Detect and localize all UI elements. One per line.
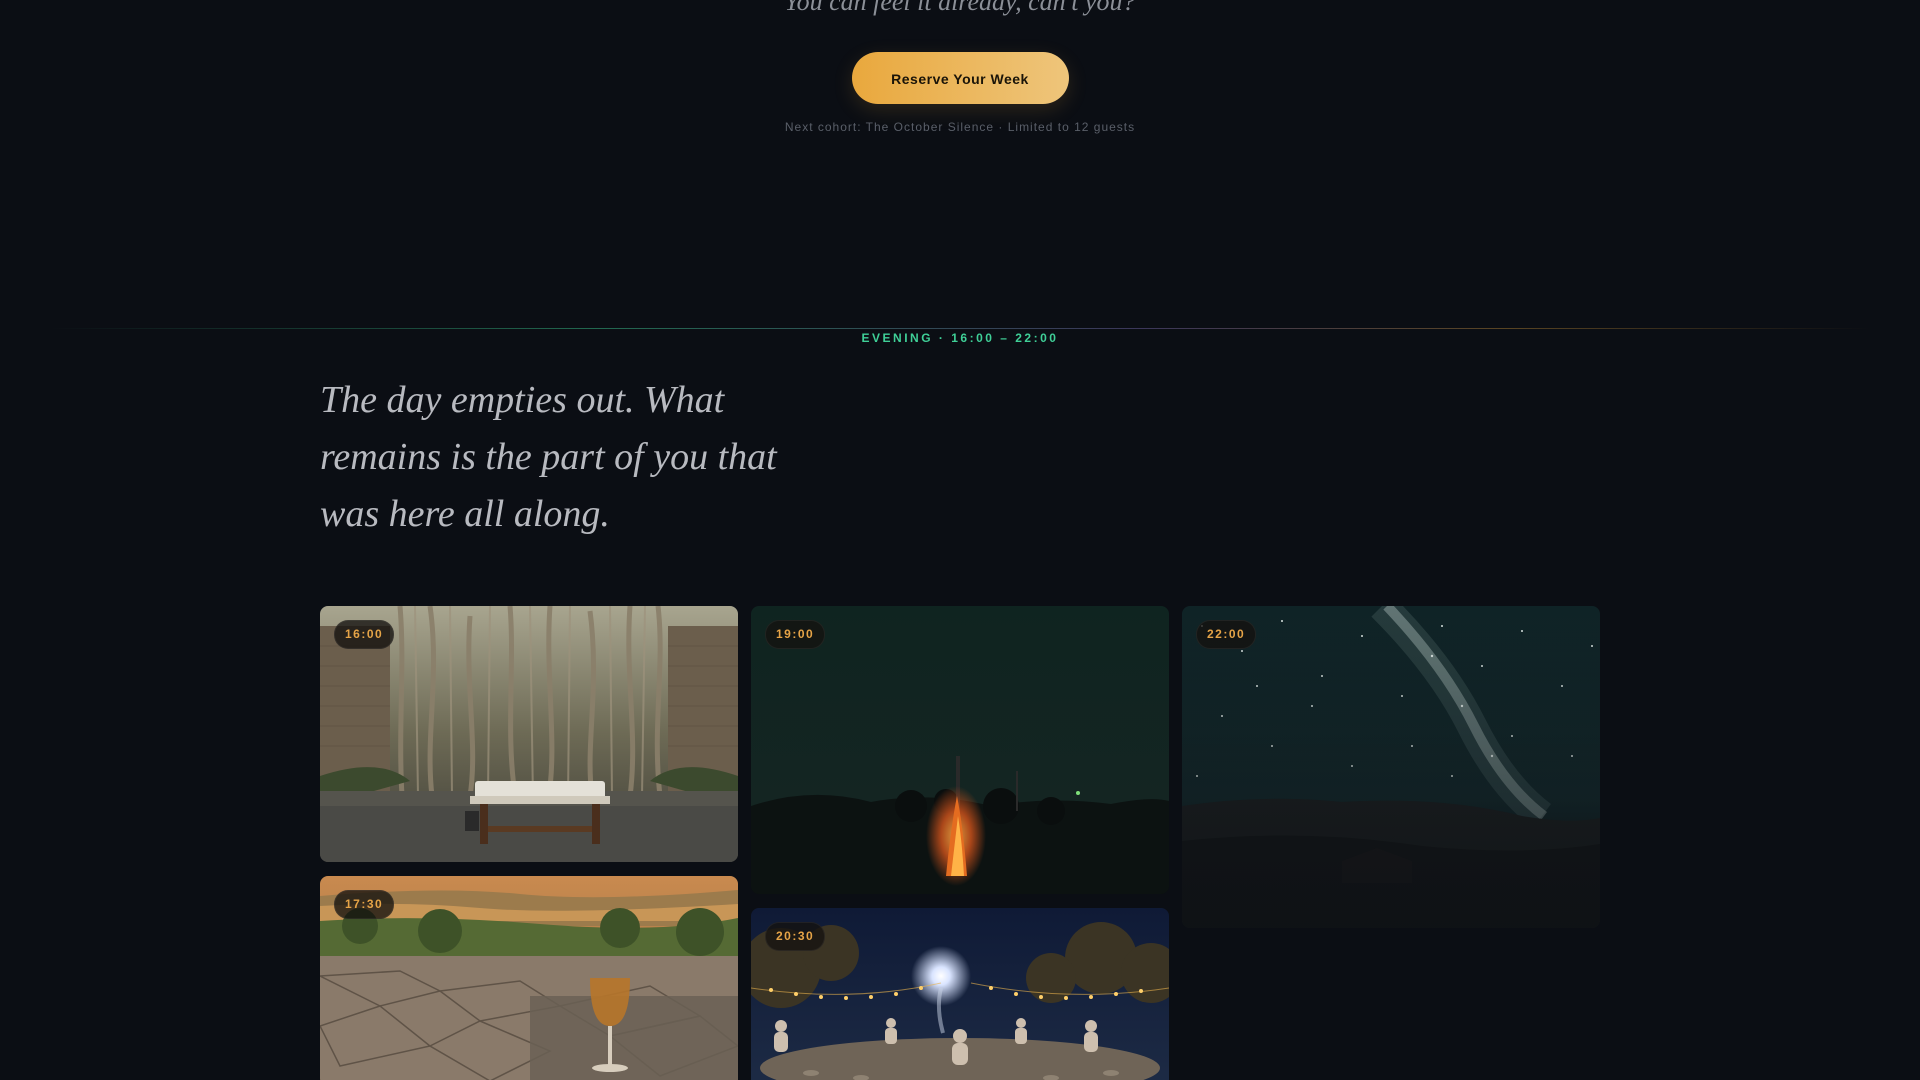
page: You can feel it already, can't you? Rese… <box>0 0 1920 1080</box>
section-divider <box>50 328 1870 329</box>
section-quote: The day empties out. What remains is the… <box>320 379 777 535</box>
cohort-note: Next cohort: The October Silence · Limit… <box>784 120 1136 134</box>
time-badge: 22:00 <box>1196 620 1257 649</box>
gallery-card-1900[interactable]: 19:00 <box>751 606 1169 894</box>
gallery-card-2030[interactable]: 20:30 <box>751 908 1169 1080</box>
hero-tagline: You can feel it already, can't you? <box>784 0 1136 16</box>
dusk-fire-image <box>751 606 1169 894</box>
reserve-week-button[interactable]: Reserve Your Week <box>851 52 1069 104</box>
gallery-card-2200[interactable]: 22:00 <box>1182 606 1600 928</box>
time-badge: 16:00 <box>334 620 395 649</box>
gallery-card-1730[interactable]: 17:30 <box>320 876 738 1080</box>
gallery-card-1600[interactable]: 16:00 <box>320 606 738 862</box>
time-badge: 19:00 <box>765 620 826 649</box>
cta-container: Reserve Your Week <box>0 52 1920 104</box>
time-badge: 17:30 <box>334 890 395 919</box>
milky-way-image <box>1182 606 1600 928</box>
time-badge: 20:30 <box>765 922 826 951</box>
section-label: EVENING · 16:00 – 22:00 <box>861 331 1059 345</box>
